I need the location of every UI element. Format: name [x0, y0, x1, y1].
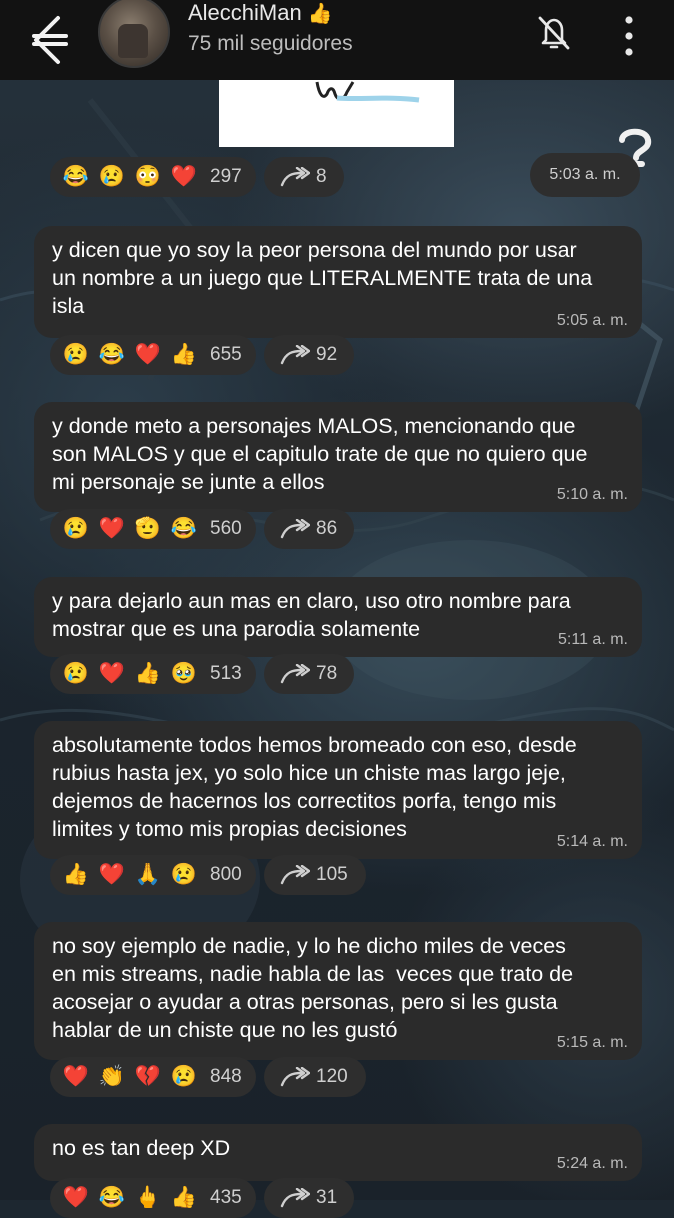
reaction-emoji[interactable]: 🖕 [132, 1186, 164, 1210]
message-time: 5:11 a. m. [558, 631, 628, 648]
reaction-count: 848 [210, 1066, 242, 1087]
subscriber-count: 75 mil seguidores [188, 32, 353, 55]
reaction-emoji[interactable]: ❤️ [96, 662, 128, 686]
forward-count-pill[interactable]: 120 [264, 1057, 366, 1097]
reaction-emoji[interactable]: 😢 [60, 662, 92, 686]
message-time: 5:10 a. m. [556, 486, 628, 503]
message-text: no es tan deep XD [52, 1136, 231, 1160]
reaction-count: 560 [210, 518, 242, 539]
reactions-bar[interactable]: 😢 😂 ❤️ 👍 655 [50, 335, 256, 375]
reaction-emoji[interactable]: 😳 [132, 165, 164, 189]
message-bubble[interactable]: no es tan deep XD 5:24 a. m. [34, 1124, 642, 1181]
message-text: no soy ejemplo de nadie, y lo he dicho m… [52, 934, 574, 1042]
forward-count-pill[interactable]: 8 [264, 157, 344, 197]
forward-arrow-icon [280, 1188, 310, 1208]
back-arrow-icon [32, 16, 68, 64]
reaction-emoji[interactable]: 👍 [168, 1186, 200, 1210]
reaction-emoji[interactable]: 😢 [168, 863, 200, 887]
reaction-emoji[interactable]: 👍 [60, 863, 92, 887]
forward-count-pill[interactable]: 92 [264, 335, 354, 375]
thumbs-up-emoji: 👍 [307, 3, 333, 25]
reaction-emoji[interactable]: 😢 [96, 165, 128, 189]
forward-count: 86 [316, 518, 338, 539]
reaction-emoji[interactable]: 😂 [96, 343, 128, 367]
reaction-emoji[interactable]: 😂 [96, 1186, 128, 1210]
reaction-emoji[interactable]: ❤️ [96, 863, 128, 887]
message-text: absolutamente todos hemos bromeado con e… [52, 733, 577, 841]
reactions-bar[interactable]: 😢 ❤️ 👍 🥹 513 [50, 654, 256, 694]
reaction-emoji[interactable]: 😢 [60, 343, 92, 367]
reaction-emoji[interactable]: 👍 [168, 343, 200, 367]
bell-off-icon [538, 16, 570, 50]
forward-count-pill[interactable]: 105 [264, 855, 366, 895]
reaction-emoji[interactable]: 👏 [96, 1065, 128, 1089]
reactions-bar[interactable]: 😢 ❤️ 🫡 😂 560 [50, 509, 256, 549]
forward-arrow-icon [280, 664, 310, 684]
reaction-count: 435 [210, 1187, 242, 1208]
channel-name[interactable]: AlecchiMan 👍 [188, 0, 333, 26]
forward-count: 105 [316, 864, 348, 885]
forward-arrow-icon [280, 167, 310, 187]
message-bubble[interactable]: absolutamente todos hemos bromeado con e… [34, 721, 642, 859]
reaction-emoji[interactable]: 😢 [168, 1065, 200, 1089]
forward-arrow-icon [280, 345, 310, 365]
reaction-emoji[interactable]: ❤️ [96, 517, 128, 541]
reaction-emoji[interactable]: 🫡 [132, 517, 164, 541]
message-text: y para dejarlo aun mas en claro, uso otr… [52, 589, 571, 641]
reaction-emoji[interactable]: 🥹 [168, 662, 200, 686]
back-button[interactable] [22, 14, 72, 70]
reactions-bar[interactable]: 😂 😢 😳 ❤️ 297 [50, 157, 256, 197]
more-options-button[interactable] [614, 10, 644, 60]
more-vertical-icon [625, 16, 633, 56]
message-bubble[interactable]: no soy ejemplo de nadie, y lo he dicho m… [34, 922, 642, 1060]
post-image[interactable] [219, 80, 454, 147]
forward-count: 31 [316, 1187, 338, 1208]
reaction-emoji[interactable]: 🙏 [132, 863, 164, 887]
forward-count-pill[interactable]: 86 [264, 509, 354, 549]
forward-count: 92 [316, 344, 338, 365]
message-text: y donde meto a personajes MALOS, mencion… [52, 414, 588, 494]
forward-arrow-icon [280, 1067, 310, 1087]
message-bubble[interactable]: y dicen que yo soy la peor persona del m… [34, 226, 642, 338]
forward-arrow-icon [280, 519, 310, 539]
channel-avatar[interactable] [98, 0, 170, 68]
forward-count-pill[interactable]: 31 [264, 1178, 354, 1218]
forward-count-pill[interactable]: 78 [264, 654, 354, 694]
reaction-count: 513 [210, 663, 242, 684]
reactions-bar[interactable]: 👍 ❤️ 🙏 😢 800 [50, 855, 256, 895]
reaction-count: 297 [210, 166, 242, 187]
reaction-count: 655 [210, 344, 242, 365]
message-time: 5:24 a. m. [556, 1155, 628, 1172]
reaction-emoji[interactable]: 😂 [60, 165, 92, 189]
forward-count: 78 [316, 663, 338, 684]
reactions-bar[interactable]: ❤️ 👏 💔 😢 848 [50, 1057, 256, 1097]
forward-arrow-icon [280, 865, 310, 885]
channel-header: AlecchiMan 👍 75 mil seguidores [0, 0, 674, 80]
forward-count: 120 [316, 1066, 348, 1087]
reaction-emoji[interactable]: 💔 [132, 1065, 164, 1089]
reaction-emoji[interactable]: 👍 [132, 662, 164, 686]
message-text: y dicen que yo soy la peor persona del m… [52, 238, 593, 318]
reaction-emoji[interactable]: ❤️ [132, 343, 164, 367]
message-time: 5:14 a. m. [556, 833, 628, 850]
reaction-emoji[interactable]: ❤️ [168, 165, 200, 189]
reaction-emoji[interactable]: ❤️ [60, 1065, 92, 1089]
channel-name-text: AlecchiMan [188, 0, 302, 25]
reactions-bar[interactable]: ❤️ 😂 🖕 👍 435 [50, 1178, 256, 1218]
message-time: 5:15 a. m. [556, 1034, 628, 1051]
reaction-emoji[interactable]: ❤️ [60, 1186, 92, 1210]
message-time: 5:03 a. m. [530, 153, 640, 197]
message-bubble[interactable]: y donde meto a personajes MALOS, mencion… [34, 402, 642, 512]
forward-count: 8 [316, 166, 327, 187]
reaction-emoji[interactable]: 😂 [168, 517, 200, 541]
reaction-count: 800 [210, 864, 242, 885]
message-time: 5:05 a. m. [556, 312, 628, 329]
mute-button[interactable] [534, 12, 574, 52]
image-sketch [315, 81, 420, 103]
reaction-emoji[interactable]: 😢 [60, 517, 92, 541]
message-bubble[interactable]: y para dejarlo aun mas en claro, uso otr… [34, 577, 642, 657]
